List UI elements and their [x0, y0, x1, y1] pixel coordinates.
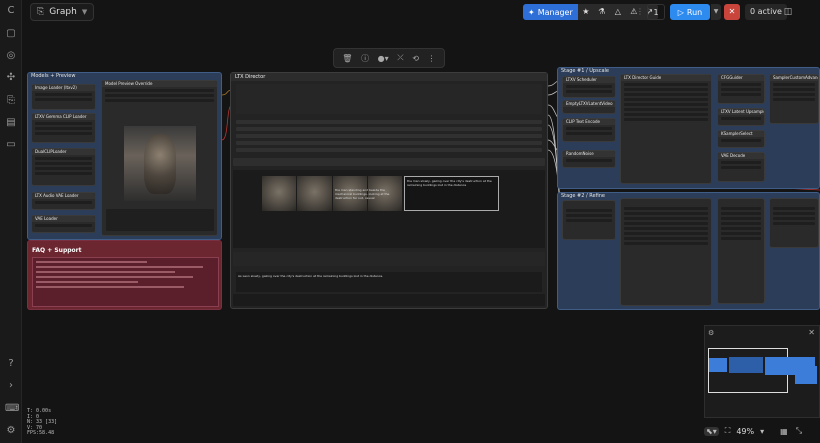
node-stage2-guide[interactable] [620, 198, 712, 306]
close-icon[interactable]: ✕ [808, 328, 815, 337]
node-vae-loader[interactable]: VAE Loader [31, 215, 96, 233]
node-title: LTX Director [231, 73, 547, 81]
node-random-noise[interactable]: RandomNoise [562, 150, 616, 168]
fit-view-icon[interactable]: ⛶ [723, 426, 733, 436]
stat-line: FPS:58.48 [27, 430, 55, 436]
keyframe-caption-b[interactable]: the man slowly, gazing over the city's d… [404, 176, 499, 211]
group-title: Models + Preview [31, 73, 76, 79]
node-title: SamplerCustomAdvanced [770, 75, 818, 81]
group-faq[interactable]: FAQ + Support [27, 240, 222, 310]
director-prompt-text[interactable]: As Leon slowly, gazing over the city's d… [236, 272, 542, 292]
performance-stats: T: 0.00s I: 0 N: 33 [33] V: 70 FPS:58.48 [27, 408, 57, 437]
node-title: LTX Audio VAE Loader [32, 193, 95, 199]
node-video-preview[interactable]: Model Preview Override [101, 80, 218, 236]
node-empty-latent[interactable]: EmptyLTXVLatentVideo [562, 100, 616, 114]
node-title: LTXV Gemma CLIP Loader [32, 114, 95, 120]
node-text-encode[interactable]: CLIP Text Encode [562, 118, 616, 142]
node-audio-vae[interactable]: LTX Audio VAE Loader [31, 192, 96, 210]
faq-table [32, 257, 219, 307]
node-title: CFGGuider [718, 75, 764, 81]
canvas-controls: ⬉▾ ⛶ 49% ▾ ▦ ⤡ [704, 422, 804, 440]
node-title: VAE Loader [32, 216, 95, 222]
node-stage2-samplers[interactable] [717, 198, 765, 304]
node-cfg-guider[interactable]: CFGGuider [717, 74, 765, 104]
node-title: CLIP Text Encode [563, 119, 615, 125]
node-title: LTXV Scheduler [563, 77, 615, 83]
node-title: DualCLIPLoader [32, 149, 95, 155]
node-title: VAE Decode [718, 153, 764, 159]
node-upscaler[interactable]: LTXV Latent Upsampler [717, 108, 765, 126]
keyframe-caption-a: the man standing and beside the mechanic… [335, 188, 390, 200]
node-gemma-loader[interactable]: LTXV Gemma CLIP Loader [31, 113, 96, 143]
node-vae-decode[interactable]: VAE Decode [717, 152, 765, 182]
preview-image [124, 126, 196, 201]
chevron-down-icon[interactable]: ▾ [758, 427, 766, 436]
link-visibility-icon[interactable]: ⤡ [794, 426, 804, 436]
node-stage2-sampler-custom[interactable] [769, 198, 819, 248]
minimap-toggle-icon[interactable]: ▦ [778, 427, 790, 436]
node-title: RandomNoise [563, 151, 615, 157]
node-title: EmptyLTXVLatentVideo [563, 101, 615, 107]
node-image-loader[interactable]: Image Loader (ltxv2) [31, 84, 96, 110]
node-title: LTXV Latent Upsampler [718, 109, 764, 115]
node-sampler-custom[interactable]: SamplerCustomAdvanced [769, 74, 819, 124]
node-ksampler-select[interactable]: KSamplerSelect [717, 130, 765, 148]
minimap-settings-icon[interactable]: ⚙ [708, 329, 714, 337]
select-mode-icon[interactable]: ⬉▾ [704, 426, 719, 436]
zoom-level[interactable]: 49% [736, 427, 754, 436]
minimap[interactable]: ⚙ ✕ [704, 325, 820, 418]
node-ltxv-scheduler[interactable]: LTXV Scheduler [562, 76, 616, 98]
node-clip-loader[interactable]: DualCLIPLoader [31, 148, 96, 186]
node-title: LTX Director Guide [621, 75, 711, 81]
node-title: Image Loader (ltxv2) [32, 85, 95, 91]
node-title: Model Preview Override [102, 81, 217, 87]
faq-title: FAQ + Support [32, 247, 82, 254]
node-stage2-conditioning[interactable] [562, 200, 616, 240]
node-ltx-director-guide[interactable]: LTX Director Guide [620, 74, 712, 184]
node-title: KSamplerSelect [718, 131, 764, 137]
